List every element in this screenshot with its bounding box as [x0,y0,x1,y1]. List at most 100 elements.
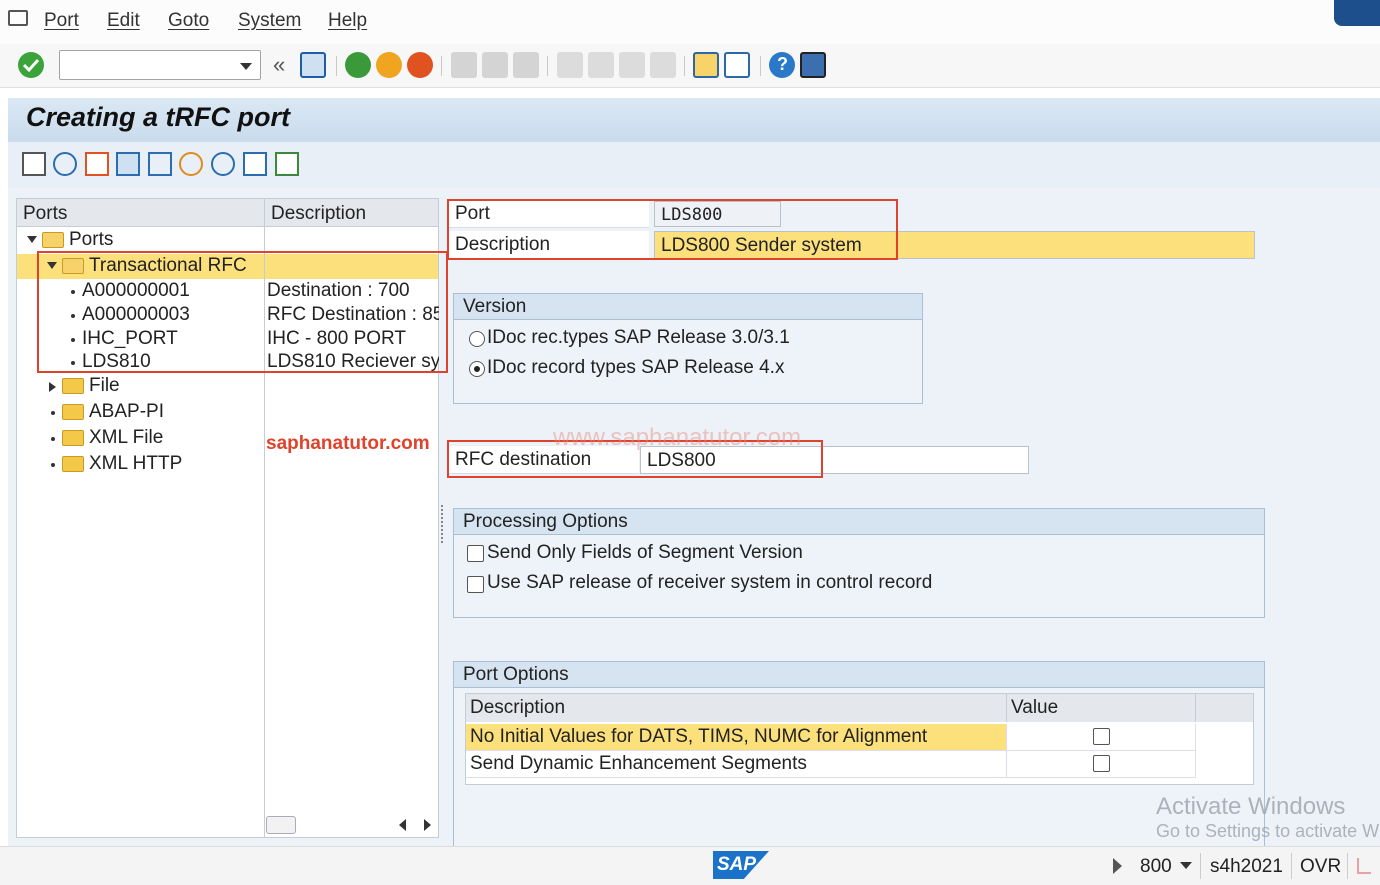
version-option-label: IDoc rec.types SAP Release 3.0/3.1 [487,327,790,348]
expand-arrow-icon[interactable] [49,382,56,392]
annotation-box [37,251,448,373]
bullet-icon [51,411,55,415]
refresh-icon[interactable] [211,152,235,176]
watermark-url: www.saphanatutor.com [553,424,802,451]
column-header-description[interactable]: Description [466,694,1007,722]
check-icon[interactable] [275,152,299,176]
folder-icon [62,378,84,394]
no-initial-values-checkbox[interactable] [1093,728,1110,745]
port-option-row-value [1007,751,1196,778]
exit-icon[interactable] [376,52,402,78]
save-icon[interactable] [300,52,326,78]
transport-icon[interactable] [179,152,203,176]
mode-value[interactable]: OVR [1300,856,1341,878]
processing-option-label: Send Only Fields of Segment Version [487,542,803,563]
port-option-row-description[interactable]: No Initial Values for DATS, TIMS, NUMC f… [466,724,1007,751]
menu-goto[interactable]: Goto [168,10,209,32]
system-toolbar: « ? [0,44,1380,88]
expand-icon[interactable] [243,152,267,176]
send-dynamic-segments-checkbox[interactable] [1093,755,1110,772]
collapse-arrow-icon[interactable] [27,236,37,243]
next-page-icon[interactable] [619,52,645,78]
delete-icon[interactable] [116,152,140,176]
help-icon[interactable]: ? [769,52,795,78]
first-page-icon[interactable] [557,52,583,78]
version-group-title: Version [454,294,922,320]
command-field[interactable] [59,50,261,80]
find-icon[interactable] [482,52,508,78]
toolbar-separator [684,56,685,76]
column-header-value[interactable]: Value [1007,694,1196,722]
status-separator [1347,853,1348,879]
menu-port[interactable]: Port [44,10,79,32]
cancel-icon[interactable] [407,52,433,78]
activate-windows-title: Activate Windows [1156,793,1346,820]
tree-node-file[interactable]: File [17,374,438,399]
folder-icon [62,456,84,472]
port-option-row-value [1007,724,1196,751]
version-group: Version IDoc rec.types SAP Release 3.0/3… [453,293,923,404]
title-bar: Creating a tRFC port [8,98,1380,142]
toolbar-separator [547,56,548,76]
send-only-fields-checkbox[interactable] [467,545,484,562]
customize-layout-icon[interactable] [800,52,826,78]
tree-node-abap-pi[interactable]: ABAP-PI [17,400,438,425]
collapse-icon[interactable]: « [273,52,285,78]
copy-icon[interactable] [85,152,109,176]
binoculars-icon[interactable] [148,152,172,176]
previous-page-icon[interactable] [588,52,614,78]
bullet-icon [51,463,55,467]
port-options-group: Port Options Description Value No Initia… [453,661,1265,846]
shortcut-icon[interactable] [724,52,750,78]
menu-bar: Port Edit Goto System Help [0,0,1380,44]
application-toolbar [8,142,1380,188]
change-icon[interactable] [53,152,77,176]
find-next-icon[interactable] [513,52,539,78]
menu-system[interactable]: System [238,10,301,32]
status-separator [1291,853,1292,879]
client-dropdown-icon[interactable] [1180,862,1192,869]
port-option-row-description[interactable]: Send Dynamic Enhancement Segments [466,751,1007,778]
pane-splitter[interactable] [441,505,445,543]
processing-option-label: Use SAP release of receiver system in co… [487,572,933,593]
enter-icon[interactable] [18,52,44,78]
version-radio-3x[interactable] [469,331,485,347]
create-icon[interactable] [22,152,46,176]
folder-open-icon [42,232,64,248]
menu-help[interactable]: Help [328,10,367,32]
toolbar-separator [441,56,442,76]
create-session-icon[interactable] [693,52,719,78]
last-page-icon[interactable] [650,52,676,78]
toolbar-separator [336,56,337,76]
tree-header-ports[interactable]: Ports [17,199,265,227]
status-chart-icon [1357,858,1371,874]
processing-options-title: Processing Options [454,509,1264,535]
scroll-left-icon[interactable] [399,819,406,831]
tree-node-ports[interactable]: Ports [17,228,438,253]
tree-node-xml-http[interactable]: XML HTTP [17,452,438,477]
column-header-empty [1196,694,1253,722]
print-icon[interactable] [451,52,477,78]
back-icon[interactable] [345,52,371,78]
horizontal-scroll-thumb[interactable] [266,816,296,834]
port-options-table: Description Value No Initial Values for … [465,693,1254,785]
processing-options-group: Processing Options Send Only Fields of S… [453,508,1265,618]
version-option-label: IDoc record types SAP Release 4.x [487,357,785,378]
status-expand-icon[interactable] [1113,858,1122,874]
use-receiver-release-checkbox[interactable] [467,576,484,593]
folder-icon [62,404,84,420]
tree-node-label: File [89,375,120,396]
menu-edit[interactable]: Edit [107,10,140,32]
watermark-text: saphanatutor.com [266,433,430,454]
system-value: s4h2021 [1210,856,1283,877]
page-title: Creating a tRFC port [26,102,291,132]
toolbar-separator [760,56,761,76]
tree-header-description[interactable]: Description [265,199,438,227]
command-dropdown-icon[interactable] [240,63,252,70]
status-bar [0,846,1380,885]
scroll-right-icon[interactable] [424,819,431,831]
minimize-window-button[interactable] [1334,0,1380,26]
menu-icon[interactable] [8,10,28,26]
version-radio-4x[interactable] [469,361,485,377]
tree-node-label: XML File [89,427,164,448]
